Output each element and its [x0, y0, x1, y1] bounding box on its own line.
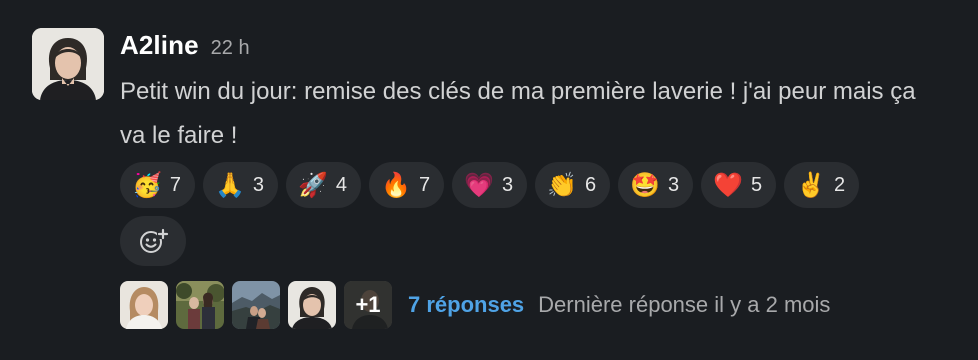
participant-avatar[interactable]: [232, 281, 280, 329]
participant-avatar-photo: [232, 281, 280, 329]
reaction-growing-heart[interactable]: 💗 3: [452, 162, 528, 208]
reaction-fire[interactable]: 🔥 7: [369, 162, 445, 208]
timestamp[interactable]: 22 h: [211, 37, 250, 60]
more-participants-badge[interactable]: +1: [344, 281, 392, 329]
reaction-count: 4: [335, 173, 348, 196]
reactions-bar: 🥳 7 🙏 3 🚀 4 🔥 7 💗 3 👏 6 🤩 3 ❤️ 5 ✌️ 2: [120, 162, 860, 208]
thread-summary[interactable]: +1 7 réponses Dernière réponse il y a 2 …: [120, 281, 830, 329]
reply-count-link[interactable]: 7 réponses: [408, 292, 524, 318]
username[interactable]: A2line: [120, 30, 199, 61]
add-reaction-icon: [140, 228, 169, 253]
party-face-icon: 🥳: [132, 171, 162, 199]
more-participants-count: +1: [355, 292, 381, 317]
reaction-red-heart[interactable]: ❤️ 5: [701, 162, 777, 208]
reaction-clapping-hands[interactable]: 👏 6: [535, 162, 611, 208]
clapping-hands-icon: 👏: [547, 171, 577, 199]
victory-hand-icon: ✌️: [796, 171, 827, 199]
reaction-count: 3: [667, 173, 680, 196]
reaction-count: 3: [501, 173, 514, 196]
message-text: Petit win du jour: remise des clés de ma…: [120, 78, 916, 149]
user-avatar[interactable]: [32, 28, 104, 100]
reaction-count: 7: [418, 173, 431, 196]
participant-avatar[interactable]: [120, 281, 168, 329]
participant-avatar[interactable]: [288, 281, 336, 329]
participant-avatar-photo: [176, 281, 224, 329]
star-struck-icon: 🤩: [630, 171, 660, 199]
fire-icon: 🔥: [381, 171, 411, 199]
reaction-count: 6: [584, 173, 597, 196]
add-reaction-button[interactable]: [120, 216, 186, 266]
reaction-party-face[interactable]: 🥳 7: [120, 162, 196, 208]
reaction-star-struck[interactable]: 🤩 3: [618, 162, 694, 208]
message-header: A2line 22 h: [120, 30, 250, 61]
reaction-folded-hands[interactable]: 🙏 3: [203, 162, 279, 208]
reaction-count: 2: [834, 173, 846, 196]
reaction-victory-hand[interactable]: ✌️ 2: [784, 162, 860, 208]
growing-heart-icon: 💗: [464, 171, 494, 199]
last-reply-time: Dernière réponse il y a 2 mois: [538, 292, 831, 317]
participant-avatar[interactable]: [176, 281, 224, 329]
red-heart-icon: ❤️: [713, 171, 743, 199]
reaction-rocket[interactable]: 🚀 4: [286, 162, 362, 208]
participant-avatar-photo: [288, 281, 336, 329]
user-avatar-photo: [32, 28, 104, 100]
participant-avatar-photo: [120, 281, 168, 329]
reaction-count: 7: [169, 173, 182, 196]
folded-hands-icon: 🙏: [215, 171, 245, 199]
rocket-icon: 🚀: [298, 171, 328, 199]
reaction-count: 5: [751, 173, 763, 196]
reaction-count: 3: [252, 173, 265, 196]
